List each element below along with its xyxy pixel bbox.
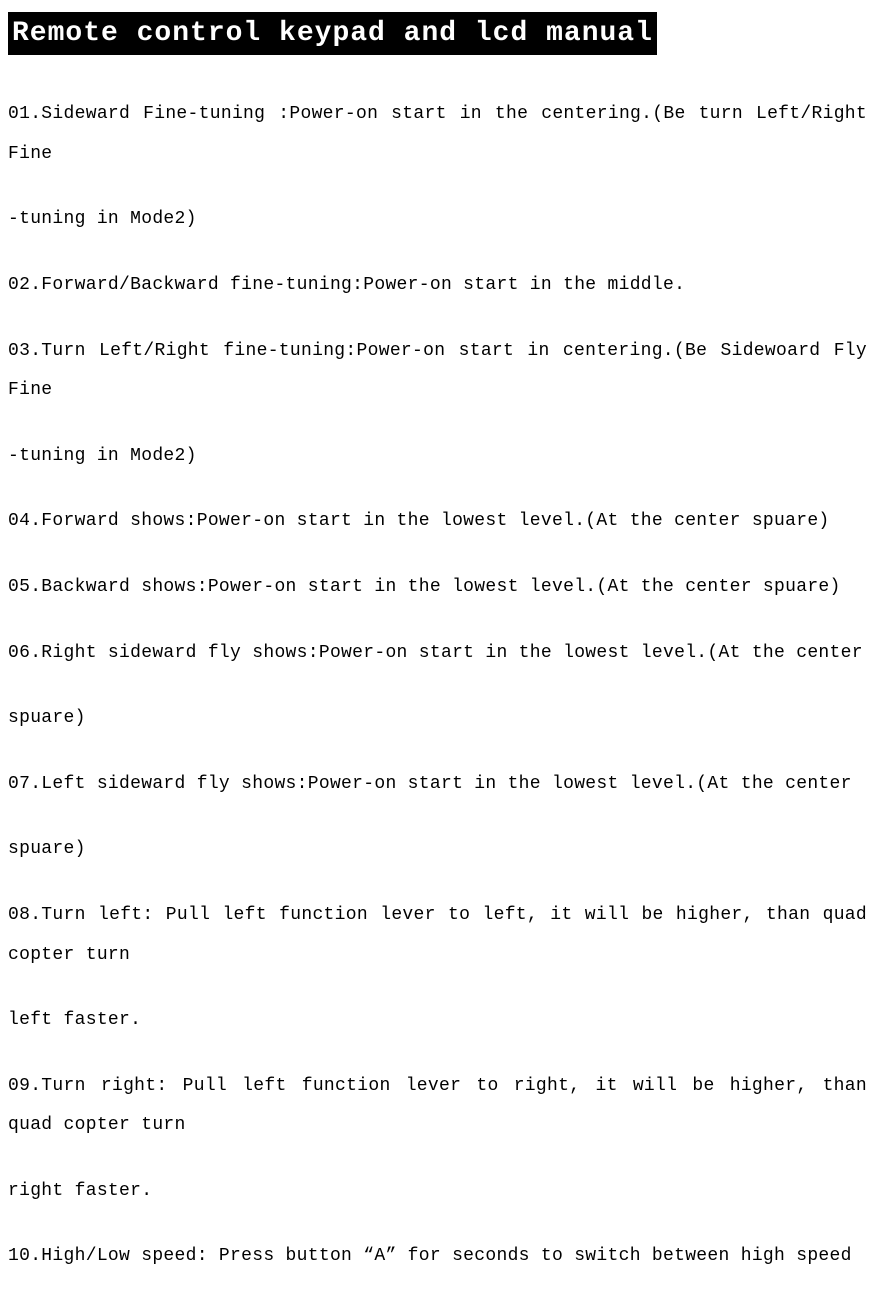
paragraph-06a: 06.Right sideward fly shows:Power-on sta… — [8, 634, 867, 674]
paragraph-10: 10.High/Low speed: Press button “A” for … — [8, 1237, 867, 1277]
paragraph-08a: 08.Turn left: Pull left function lever t… — [8, 896, 867, 975]
paragraph-09a: 09.Turn right: Pull left function lever … — [8, 1067, 867, 1146]
paragraph-04: 04.Forward shows:Power-on start in the l… — [8, 502, 867, 542]
paragraph-09b: right faster. — [8, 1172, 867, 1212]
paragraph-08b: left faster. — [8, 1001, 867, 1041]
page-title: Remote control keypad and lcd manual — [8, 12, 657, 55]
paragraph-01a: 01.Sideward Fine-tuning :Power-on start … — [8, 95, 867, 174]
paragraph-02: 02.Forward/Backward fine-tuning:Power-on… — [8, 266, 867, 306]
paragraph-07a: 07.Left sideward fly shows:Power-on star… — [8, 765, 867, 805]
paragraph-01b: -tuning in Mode2) — [8, 200, 867, 240]
paragraph-07b: spuare) — [8, 830, 867, 870]
document-body: 01.Sideward Fine-tuning :Power-on start … — [8, 95, 867, 1277]
paragraph-03a: 03.Turn Left/Right fine-tuning:Power-on … — [8, 332, 867, 411]
paragraph-03b: -tuning in Mode2) — [8, 437, 867, 477]
paragraph-06b: spuare) — [8, 699, 867, 739]
paragraph-05: 05.Backward shows:Power-on start in the … — [8, 568, 867, 608]
